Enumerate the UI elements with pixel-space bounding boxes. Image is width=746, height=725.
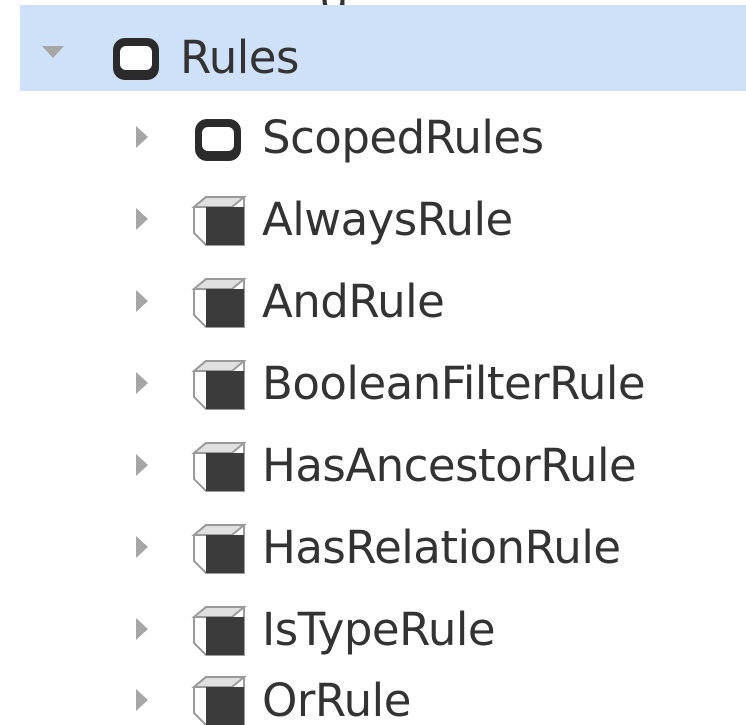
tree-row-rules[interactable]: Rules — [0, 0, 746, 91]
cube-icon — [191, 524, 246, 574]
expand-arrow-icon[interactable] — [136, 689, 148, 711]
tree-item-label: OrRule — [262, 674, 411, 725]
expand-arrow-icon[interactable] — [136, 372, 148, 394]
tree-row-hasancestorrule[interactable]: HasAncestorRule — [0, 424, 746, 506]
tree-item-label: AlwaysRule — [262, 193, 513, 246]
folder-icon — [113, 38, 159, 80]
tree-view: g Rules ScopedRules AlwaysRule — [0, 0, 746, 725]
expand-arrow-icon[interactable] — [136, 208, 148, 230]
expand-arrow-icon[interactable] — [136, 618, 148, 640]
tree-row-andrule[interactable]: AndRule — [0, 260, 746, 342]
tree-item-label: HasAncestorRule — [262, 439, 637, 492]
tree-item-label: ScopedRules — [262, 111, 544, 164]
tree-row-alwaysrule[interactable]: AlwaysRule — [0, 178, 746, 260]
expand-arrow-icon[interactable] — [136, 290, 148, 312]
tree-item-label: HasRelationRule — [262, 521, 621, 574]
tree-row-booleanfilterrule[interactable]: BooleanFilterRule — [0, 342, 746, 424]
cube-icon — [191, 360, 246, 410]
tree-row-orrule[interactable]: OrRule — [0, 643, 746, 725]
cube-icon — [191, 676, 246, 725]
tree-item-label: Rules — [180, 31, 299, 84]
expand-arrow-icon[interactable] — [136, 126, 148, 148]
collapse-arrow-icon[interactable] — [42, 46, 64, 58]
tree-row-hasrelationrule[interactable]: HasRelationRule — [0, 506, 746, 588]
cube-icon — [191, 196, 246, 246]
folder-icon — [195, 119, 241, 161]
cube-icon — [191, 278, 246, 328]
cube-icon — [191, 442, 246, 492]
expand-arrow-icon[interactable] — [136, 536, 148, 558]
expand-arrow-icon[interactable] — [136, 454, 148, 476]
tree-row-scopedrules[interactable]: ScopedRules — [0, 96, 746, 178]
tree-item-label: BooleanFilterRule — [262, 357, 646, 410]
tree-item-label: AndRule — [262, 275, 445, 328]
